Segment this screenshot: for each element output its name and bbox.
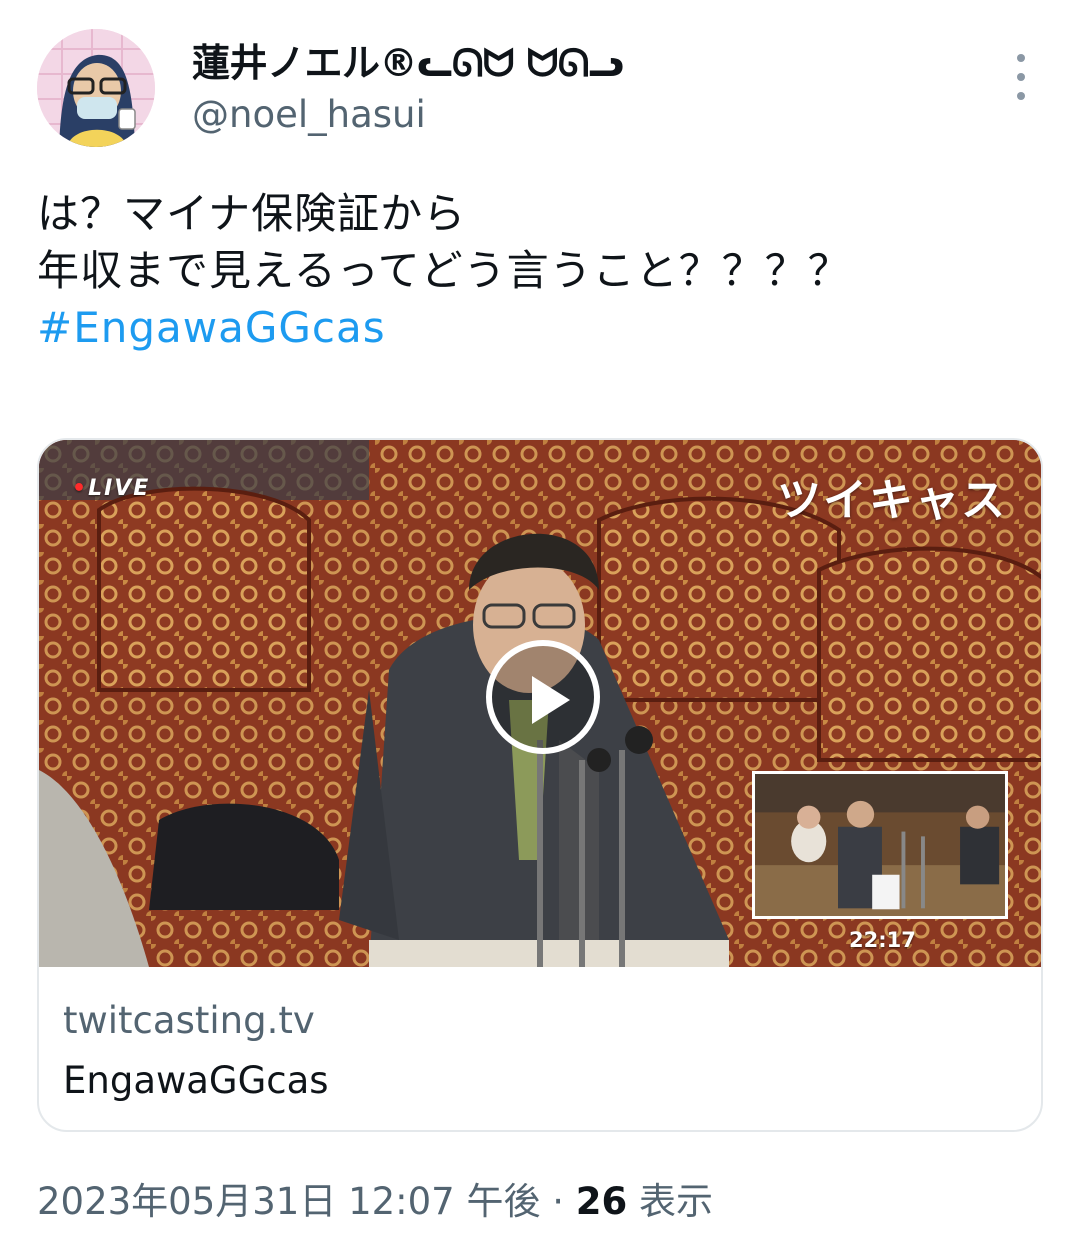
tweet-datetime[interactable]: 2023年05月31日 12:07 午後: [37, 1180, 540, 1223]
card-domain: twitcasting.tv: [63, 999, 315, 1042]
hashtag-link[interactable]: #EngawaGGcas: [37, 299, 1047, 356]
display-name[interactable]: 蓮井ノエル®ᓚᘏᗢ ᗢᘏᓗ: [192, 38, 624, 88]
card-title: EngawaGGcas: [63, 1059, 329, 1102]
link-card[interactable]: •LIVE ツイキャス 22:17 twitcasting.tv EngawaG…: [37, 438, 1043, 1132]
card-info[interactable]: twitcasting.tv EngawaGGcas: [39, 967, 1041, 1130]
more-options-icon[interactable]: [1006, 54, 1036, 100]
tweet-line: は？マイナ保険証から: [37, 189, 467, 238]
tweet-line: 年収まで見えるってどう言うこと？？？？: [37, 246, 851, 295]
user-handle[interactable]: @noel_hasui: [192, 92, 426, 138]
live-badge: •LIVE: [72, 476, 151, 501]
views-label: 表示: [627, 1180, 714, 1223]
tweet-text: は？マイナ保険証から 年収まで見えるってどう言うこと？？？？ #EngawaGG…: [37, 185, 1047, 356]
live-label: LIVE: [88, 476, 151, 501]
card-video-thumbnail[interactable]: •LIVE ツイキャス 22:17: [39, 440, 1041, 967]
avatar-illustration: [37, 29, 155, 147]
tweet-meta: 2023年05月31日 12:07 午後 · 26 表示: [37, 1174, 713, 1230]
meta-separator: ·: [540, 1180, 576, 1223]
video-timestamp: 22:17: [849, 928, 916, 952]
play-button[interactable]: [486, 640, 600, 754]
play-icon: [532, 676, 570, 724]
pip-inset-video: [752, 771, 1008, 919]
twitcasting-logo: ツイキャス: [777, 475, 1007, 526]
view-count: 26: [575, 1180, 628, 1223]
avatar[interactable]: [37, 29, 155, 147]
